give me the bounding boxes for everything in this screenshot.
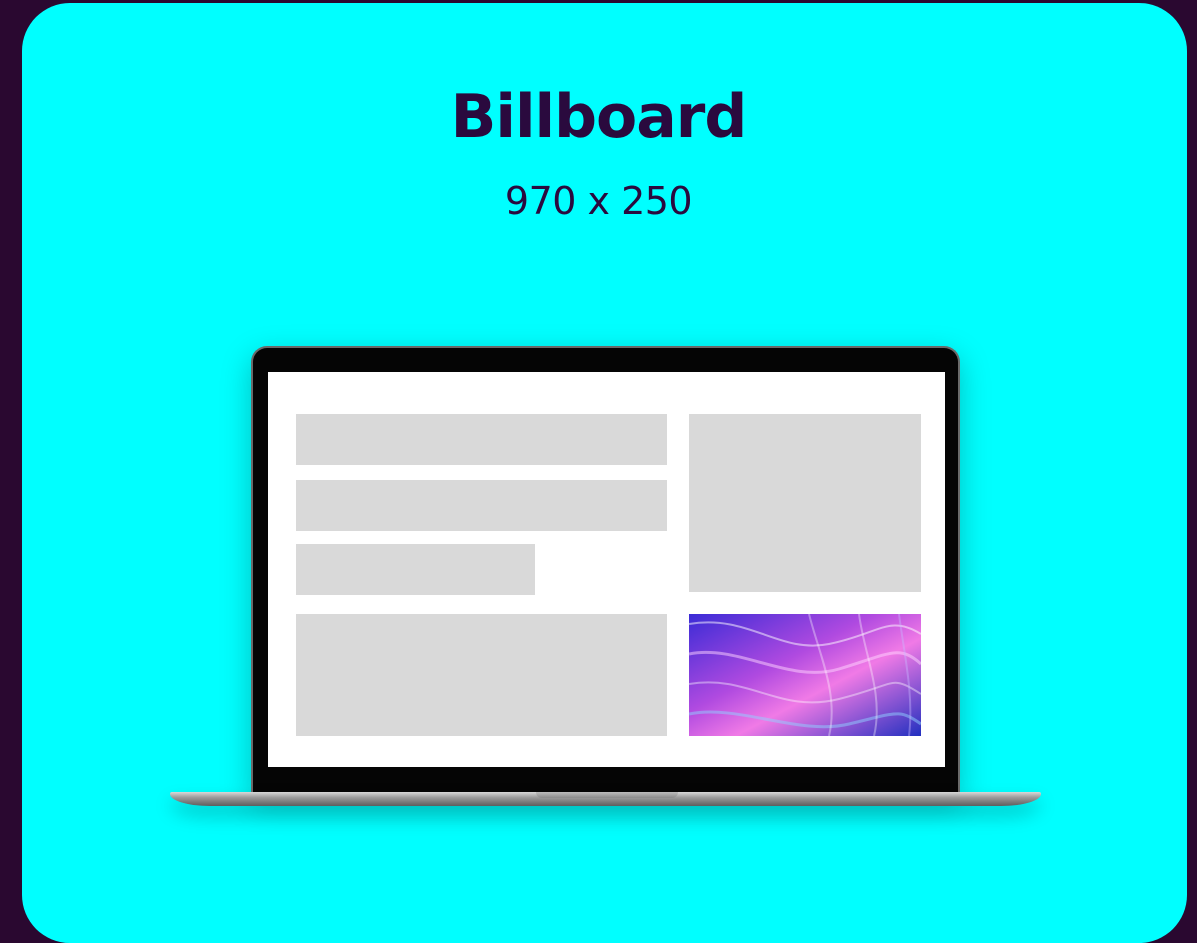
placeholder-line-3 [296,544,535,595]
placeholder-sidebar-box [689,414,921,592]
placeholder-line-1 [296,414,667,465]
laptop-notch [536,792,678,798]
ad-format-dimensions: 970 x 250 [504,179,693,223]
ad-format-title: Billboard [450,82,748,152]
placeholder-line-2 [296,480,667,531]
wave-pattern-icon [689,614,921,736]
billboard-ad-slot [296,614,667,736]
abstract-wave-image [689,614,921,736]
